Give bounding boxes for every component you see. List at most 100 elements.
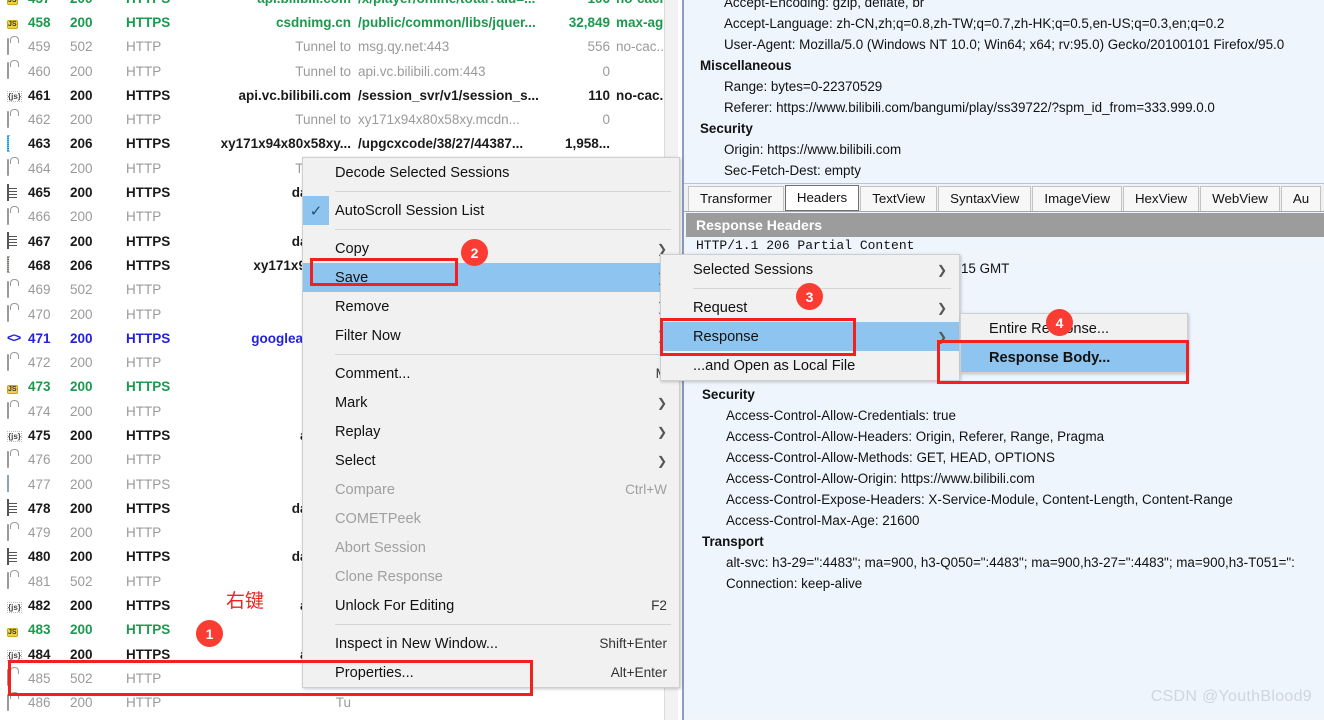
session-result: 200 [70,330,93,346]
session-result: 200 [70,598,93,614]
menu-item-autoscroll-session-list[interactable]: ✓ AutoScroll Session List [303,196,679,225]
session-result: 200 [70,427,93,443]
session-id: 464 [28,160,51,176]
lock-icon [7,402,23,420]
session-protocol: HTTP [126,355,162,371]
save-item-selected-sessions[interactable]: Selected Sessions ❯ [661,255,959,284]
row-type-icon [2,134,28,152]
session-result: 200 [70,500,93,516]
session-id: 458 [28,14,51,30]
row-type-icon: JS [2,622,28,638]
session-result: 200 [70,355,93,371]
tab-syntaxview[interactable]: SyntaxView [938,186,1032,211]
session-result: 200 [70,646,93,662]
session-result: 200 [70,160,93,176]
session-result: 206 [70,257,93,273]
session-body-size: 110 [588,87,610,103]
menu-item-decode-selected-sessions[interactable]: Decode Selected Sessions [303,158,679,187]
table-row[interactable]: JS 457200HTTPSapi.bilibili.com/x/player/o… [0,0,678,10]
lock-icon [7,353,23,371]
session-protocol: HTTP [126,670,162,686]
request-headers-view[interactable]: Accept-Encoding: gzip, deflate, br Accept… [684,0,1324,184]
table-row[interactable]: {js} 461 200 HTTPS api.vc.bilibili.com/sessi… [0,83,678,107]
session-context-menu[interactable]: Decode Selected Sessions ✓ AutoScroll Sess… [302,157,680,688]
table-row[interactable]: {js}487200HTTPSapi.vc.bilib [0,715,678,720]
js-icon: JS [7,20,18,30]
session-host: api.bilibili.com [198,0,358,6]
table-row[interactable]: 462 200 HTTP Tunnel to xy171x94x80x58xy.mcdn… [0,107,678,131]
session-url: xy171x94x80x58xy.mcdn... [358,112,520,128]
header-line: Access-Control-Allow-Headers: Origin, Re… [726,429,1105,444]
menu-item-inspect-in-new-window[interactable]: Inspect in New Window... Shift+Enter [303,629,679,658]
js-icon: JS [7,627,18,637]
menu-item-comment[interactable]: Comment...M [303,359,679,388]
row-type-icon [2,256,28,274]
response-item-entire-response[interactable]: Entire Response... [961,314,1187,343]
session-protocol: HTTP [126,63,162,79]
lock-icon [7,693,23,711]
menu-item-label: Replay [335,423,381,440]
table-row[interactable]: 463 206 HTTPS xy171x94x80x58xy... /upgcxcode… [0,132,678,156]
right-click-note: 右键 [226,590,265,612]
json-icon: {js} [7,601,22,613]
save-item-and-open-as-local-file[interactable]: ...and Open as Local File [661,351,959,380]
menu-item-shortcut: F2 [651,598,667,613]
session-protocol: HTTP [126,160,162,176]
response-item-response-body[interactable]: Response Body... [961,343,1187,372]
fiddler-window: JS457200HTTPSapi.bilibili.com/x/player/o… [0,0,1324,720]
tab-textview[interactable]: TextView [860,186,938,211]
menu-item-unlock-for-editing[interactable]: Unlock For Editing F2 [303,591,679,620]
row-type-icon [2,62,28,80]
json-icon: {js} [7,91,22,103]
table-row[interactable]: JS 458 200 HTTPS csdnimg.cn/public/common/li… [0,10,678,34]
table-row[interactable]: 459 502 HTTP Tunnel to msg.qy.net:443 556 no-c… [0,35,678,59]
session-body-size: 556 [587,39,610,55]
row-type-icon [2,693,28,711]
response-headers-title: Response Headers [686,213,1324,237]
tab-au[interactable]: Au [1280,186,1322,211]
session-result: 200 [70,14,93,30]
menu-item-mark[interactable]: Mark ❯ [303,388,679,417]
menu-item-abort-session[interactable]: Abort Session [303,533,679,562]
menu-item-save[interactable]: Save❯ [303,263,679,292]
header-line: alt-svc: h3-29=":4483"; ma=900, h3-Q050=… [726,555,1295,570]
row-type-icon [2,280,28,298]
session-protocol: HTTP [126,282,162,298]
response-submenu[interactable]: Entire Response... Response Body... [960,313,1188,373]
row-type-icon: {js} [2,427,28,443]
menu-item-compare[interactable]: Compare Ctrl+W [303,475,679,504]
inspector-tabbar[interactable]: Transformer Headers TextView SyntaxView Imag… [684,185,1324,212]
lock-icon [7,37,23,55]
doc-icon [7,547,23,565]
tab-headers[interactable]: Headers [784,185,860,211]
table-row[interactable]: 460 200 HTTP Tunnel to api.vc.bilibili.com:4… [0,59,678,83]
session-result: 200 [70,185,93,201]
save-submenu[interactable]: Selected Sessions ❯ Request ❯ Response ❯ ...an… [660,254,960,381]
menu-item-remove[interactable]: Remove❯ [303,292,679,321]
tab-transformer[interactable]: Transformer [688,186,784,211]
tab-hexview[interactable]: HexView [1122,186,1200,211]
row-type-icon [2,450,28,468]
row-type-icon [2,159,28,177]
menu-item-properties[interactable]: Properties... Alt+Enter [303,658,679,687]
video-icon [7,134,23,152]
tab-imageview[interactable]: ImageView [1032,186,1122,211]
session-result: 200 [70,476,93,492]
menu-item-cometpeek[interactable]: COMETPeek [303,504,679,533]
lock-icon [7,110,23,128]
table-row[interactable]: 486 200 HTTP Tu [0,691,678,715]
menu-item-select[interactable]: Select ❯ [303,446,679,475]
save-item-response[interactable]: Response ❯ [661,322,959,351]
menu-item-clone-response[interactable]: Clone Response [303,562,679,591]
row-type-icon [2,523,28,541]
tab-webview[interactable]: WebView [1200,186,1280,211]
session-id: 483 [28,622,51,638]
row-type-icon: JS [2,379,28,395]
session-protocol: HTTPS [126,0,198,6]
menu-separator [335,191,671,192]
menu-item-filter-now[interactable]: Filter Now❯ [303,321,679,350]
session-id: 486 [28,695,51,711]
menu-item-replay[interactable]: Replay ❯ [303,417,679,446]
session-id: 476 [28,452,51,468]
menu-item-copy[interactable]: Copy ❯ [303,234,679,263]
